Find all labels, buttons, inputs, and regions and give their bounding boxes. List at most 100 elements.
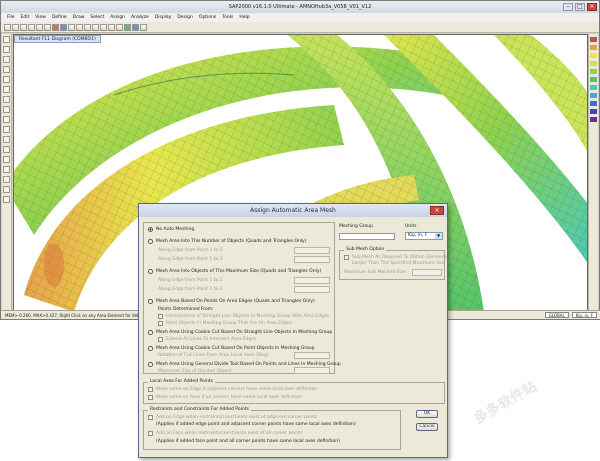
show-forces-icon[interactable] bbox=[132, 23, 139, 31]
3d-view-icon[interactable] bbox=[92, 23, 99, 31]
pan-icon[interactable] bbox=[84, 23, 91, 31]
radio-icon[interactable] bbox=[148, 362, 153, 367]
menu-help[interactable]: Help bbox=[239, 13, 249, 22]
restraints-edge-checkbox[interactable]: Add on Edge when restraints/constraints … bbox=[148, 415, 318, 420]
clear-selection-icon[interactable] bbox=[3, 146, 10, 153]
sub-mesh-checkbox[interactable]: Sub Mesh As Required To Obtain Elements … bbox=[344, 255, 455, 260]
snap-lines-icon[interactable] bbox=[3, 196, 10, 203]
option-points-on-edges[interactable]: Mesh Area Based On Points On Area Edges … bbox=[148, 299, 315, 304]
menu-design[interactable]: Design bbox=[177, 13, 193, 22]
save-icon[interactable] bbox=[20, 23, 27, 31]
radio-icon[interactable] bbox=[148, 227, 153, 232]
new-model-icon[interactable] bbox=[4, 23, 11, 31]
draw-area-icon[interactable] bbox=[3, 86, 10, 93]
undo-icon[interactable] bbox=[28, 23, 35, 31]
design-icon[interactable] bbox=[140, 23, 147, 31]
select-all-icon[interactable] bbox=[3, 126, 10, 133]
checkbox-icon[interactable] bbox=[148, 395, 153, 400]
menu-view[interactable]: View bbox=[35, 13, 46, 22]
draw-cable-icon[interactable] bbox=[3, 76, 10, 83]
show-deformed-icon[interactable] bbox=[124, 23, 131, 31]
draw-rect-area-icon[interactable] bbox=[3, 96, 10, 103]
draw-joint-icon[interactable] bbox=[3, 56, 10, 63]
minimize-button[interactable]: – bbox=[563, 3, 573, 11]
checkbox-icon[interactable] bbox=[148, 387, 153, 392]
coord-system-dropdown[interactable]: GLOBAL bbox=[544, 312, 569, 318]
snap-points-icon[interactable] bbox=[3, 156, 10, 163]
maximize-button[interactable]: □ bbox=[575, 3, 585, 11]
dialog-close-button[interactable]: × bbox=[430, 206, 444, 215]
check-extend-lines[interactable]: Extend All Lines To Intersect Area Edges bbox=[158, 337, 256, 342]
lock-icon[interactable] bbox=[52, 23, 59, 31]
menu-display[interactable]: Display bbox=[155, 13, 172, 22]
snap-ends-icon[interactable] bbox=[3, 166, 10, 173]
option-cookie-lines[interactable]: Mesh Area Using Cookie Cut Based On Stra… bbox=[148, 330, 332, 335]
menu-define[interactable]: Define bbox=[52, 13, 67, 22]
redo-icon[interactable] bbox=[36, 23, 43, 31]
rotation-input[interactable] bbox=[294, 352, 330, 359]
checkbox-icon[interactable] bbox=[158, 314, 163, 319]
run-analysis-icon[interactable] bbox=[60, 23, 67, 31]
refresh-icon[interactable] bbox=[44, 23, 51, 31]
units-dropdown[interactable]: Kip, in, F ▼ bbox=[405, 232, 443, 240]
max-p1p2-size-input[interactable] bbox=[294, 277, 330, 284]
radio-icon[interactable] bbox=[148, 346, 153, 351]
xy-view-icon[interactable] bbox=[100, 23, 107, 31]
local-axes-edge-checkbox[interactable]: Make same on Edge if adjacent corners ha… bbox=[148, 387, 317, 392]
option-no-auto[interactable]: No Auto Meshing bbox=[148, 227, 194, 232]
chevron-down-icon[interactable]: ▼ bbox=[435, 233, 442, 239]
menu-file[interactable]: File bbox=[7, 13, 15, 22]
ok-button[interactable]: OK bbox=[416, 410, 438, 418]
checkbox-icon[interactable] bbox=[158, 337, 163, 342]
sub-mesh-size-input[interactable] bbox=[412, 269, 442, 276]
max-divided-input[interactable] bbox=[294, 367, 330, 374]
window-controls: – □ × bbox=[563, 3, 597, 11]
local-axes-group: Local Axes For Added Points Make same on… bbox=[143, 379, 445, 404]
check-intersections[interactable]: Intersections of Straight Line Objects i… bbox=[158, 314, 329, 319]
zoom-in-icon[interactable] bbox=[68, 23, 75, 31]
edge-p1p2-count-input[interactable] bbox=[294, 247, 330, 254]
zoom-out-icon[interactable] bbox=[76, 23, 83, 31]
option-max-size[interactable]: Mesh Area Into Objects of This Maximum S… bbox=[148, 269, 321, 274]
draw-frame-icon[interactable] bbox=[3, 66, 10, 73]
status-units-dropdown[interactable]: Kip, in, F bbox=[571, 312, 597, 318]
menu-assign[interactable]: Assign bbox=[110, 13, 125, 22]
snap-intersect-icon[interactable] bbox=[3, 176, 10, 183]
cancel-button[interactable]: Cancel bbox=[416, 423, 438, 431]
get-previous-icon[interactable] bbox=[3, 136, 10, 143]
open-icon[interactable] bbox=[12, 23, 19, 31]
draw-solid-icon[interactable] bbox=[3, 116, 10, 123]
checkbox-icon[interactable] bbox=[148, 431, 153, 436]
radio-icon[interactable] bbox=[148, 299, 153, 304]
yz-view-icon[interactable] bbox=[116, 23, 123, 31]
menu-draw[interactable]: Draw bbox=[73, 13, 85, 22]
pointer-icon[interactable] bbox=[3, 36, 10, 43]
restraints-legend: Restraints and Constraints For Added Poi… bbox=[148, 407, 251, 412]
scale-swatch bbox=[590, 45, 597, 50]
xz-view-icon[interactable] bbox=[108, 23, 115, 31]
menu-options[interactable]: Options bbox=[199, 13, 216, 22]
checkbox-icon[interactable] bbox=[158, 321, 163, 326]
reshape-icon[interactable] bbox=[3, 46, 10, 53]
meshing-group-input[interactable] bbox=[339, 233, 395, 240]
checkbox-icon[interactable] bbox=[344, 255, 349, 260]
max-p1p3-size-input[interactable] bbox=[294, 286, 330, 293]
menu-edit[interactable]: Edit bbox=[21, 13, 30, 22]
checkbox-icon[interactable] bbox=[148, 415, 153, 420]
option-cookie-points[interactable]: Mesh Area Using Cookie Cut Based On Poin… bbox=[148, 346, 315, 351]
radio-icon[interactable] bbox=[148, 330, 153, 335]
edge-p1p3-count-input[interactable] bbox=[294, 256, 330, 263]
menu-tools[interactable]: Tools bbox=[222, 13, 233, 22]
local-axes-face-checkbox[interactable]: Make same on Face if all corners have sa… bbox=[148, 395, 302, 400]
menu-select[interactable]: Select bbox=[90, 13, 104, 22]
option-number-of-objects[interactable]: Mesh Area Into This Number of Objects (Q… bbox=[148, 239, 306, 244]
restraints-face-checkbox[interactable]: Add on Face when restraints/constraints … bbox=[148, 431, 302, 436]
close-button[interactable]: × bbox=[587, 3, 597, 11]
menu-analyze[interactable]: Analyze bbox=[131, 13, 149, 22]
view-title-tab[interactable]: Resultant F11 Diagram (COMBO1) bbox=[14, 35, 101, 43]
snap-perp-icon[interactable] bbox=[3, 186, 10, 193]
radio-icon[interactable] bbox=[148, 269, 153, 274]
quick-draw-icon[interactable] bbox=[3, 106, 10, 113]
radio-icon[interactable] bbox=[148, 239, 153, 244]
check-point-objects[interactable]: Point Objects in Meshing Group That Are … bbox=[158, 321, 292, 326]
